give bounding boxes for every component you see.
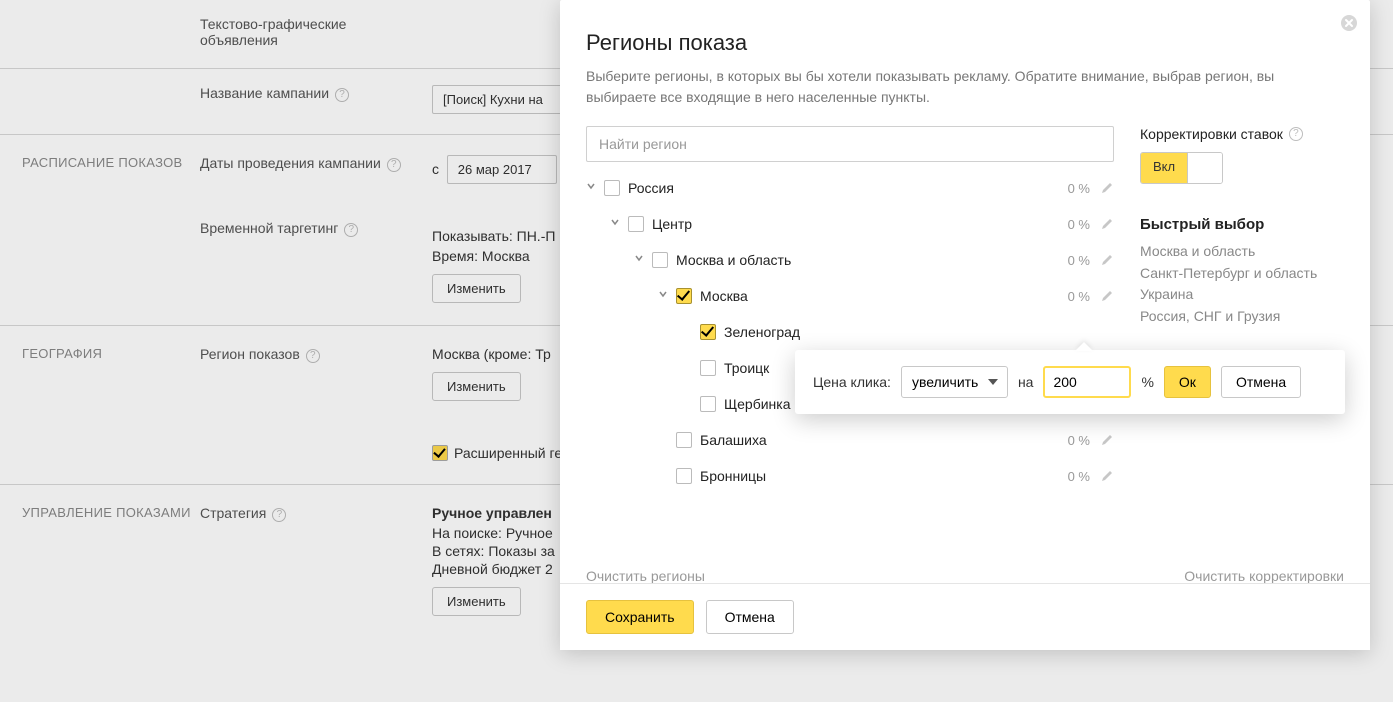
region-checkbox[interactable]	[676, 432, 692, 448]
bid-pct: 0 %	[1068, 217, 1090, 232]
region-name: Россия	[628, 180, 1068, 196]
region-name: Зеленоград	[724, 324, 1114, 340]
chevron-down-icon[interactable]	[634, 253, 648, 267]
region-checkbox[interactable]	[628, 216, 644, 232]
region-row[interactable]: Зеленоград	[586, 314, 1114, 350]
chevron-down-icon[interactable]	[586, 181, 600, 195]
quick-select-item[interactable]: Россия, СНГ и Грузия	[1140, 306, 1344, 328]
chevron-down-icon[interactable]	[610, 217, 624, 231]
modal-title: Регионы показа	[560, 0, 1370, 66]
bid-editor-popover: Цена клика: увеличить на % Ок Отмена	[795, 350, 1345, 414]
region-name: Центр	[652, 216, 1068, 232]
ok-button[interactable]: Ок	[1164, 366, 1211, 398]
quick-select-list: Москва и областьСанкт-Петербург и област…	[1140, 241, 1344, 328]
region-row[interactable]: Москва и область0 %	[586, 242, 1114, 278]
bid-pct: 0 %	[1068, 253, 1090, 268]
edit-icon[interactable]	[1100, 433, 1114, 447]
edit-icon[interactable]	[1100, 253, 1114, 267]
region-checkbox[interactable]	[700, 360, 716, 376]
bid-adjustments-label: Корректировки ставок	[1140, 126, 1283, 142]
region-name: Бронницы	[700, 468, 1068, 484]
help-icon: ?	[1289, 127, 1303, 141]
region-row[interactable]: Центр0 %	[586, 206, 1114, 242]
region-row[interactable]: Балашиха0 %	[586, 422, 1114, 458]
cancel-button[interactable]: Отмена	[1221, 366, 1301, 398]
region-checkbox[interactable]	[652, 252, 668, 268]
region-checkbox[interactable]	[700, 396, 716, 412]
percent-sign: %	[1141, 374, 1153, 390]
edit-icon[interactable]	[1100, 469, 1114, 483]
quick-select-item[interactable]: Санкт-Петербург и область	[1140, 263, 1344, 285]
bid-pct: 0 %	[1068, 433, 1090, 448]
modal-description: Выберите регионы, в которых вы бы хотели…	[560, 66, 1370, 126]
region-row[interactable]: Москва0 %	[586, 278, 1114, 314]
region-search-input[interactable]	[586, 126, 1114, 162]
edit-icon[interactable]	[1100, 289, 1114, 303]
toggle-on[interactable]: Вкл	[1141, 153, 1188, 183]
chevron-down-icon[interactable]	[658, 289, 672, 303]
quick-select-item[interactable]: Москва и область	[1140, 241, 1344, 263]
bid-pct: 0 %	[1068, 289, 1090, 304]
region-checkbox[interactable]	[676, 468, 692, 484]
bid-direction-select[interactable]: увеличить	[901, 366, 1008, 398]
quick-select-item[interactable]: Украина	[1140, 284, 1344, 306]
cancel-button[interactable]: Отмена	[706, 600, 794, 634]
bid-pct: 0 %	[1068, 181, 1090, 196]
region-row[interactable]: Бронницы0 %	[586, 458, 1114, 494]
bid-value-input[interactable]	[1043, 366, 1131, 398]
region-name: Москва	[700, 288, 1068, 304]
by-label: на	[1018, 374, 1034, 390]
region-checkbox[interactable]	[604, 180, 620, 196]
region-name: Москва и область	[676, 252, 1068, 268]
region-name: Балашиха	[700, 432, 1068, 448]
bid-pct: 0 %	[1068, 469, 1090, 484]
edit-icon[interactable]	[1100, 217, 1114, 231]
edit-icon[interactable]	[1100, 181, 1114, 195]
toggle-off[interactable]	[1188, 153, 1222, 183]
region-row[interactable]: Россия0 %	[586, 170, 1114, 206]
close-icon[interactable]	[1340, 14, 1358, 32]
bid-adjustments-toggle[interactable]: Вкл	[1140, 152, 1223, 184]
quick-select-heading: Быстрый выбор	[1140, 216, 1344, 233]
region-checkbox[interactable]	[676, 288, 692, 304]
region-checkbox[interactable]	[700, 324, 716, 340]
regions-modal: Регионы показа Выберите регионы, в котор…	[560, 0, 1370, 650]
price-click-label: Цена клика:	[813, 374, 891, 390]
save-button[interactable]: Сохранить	[586, 600, 694, 634]
